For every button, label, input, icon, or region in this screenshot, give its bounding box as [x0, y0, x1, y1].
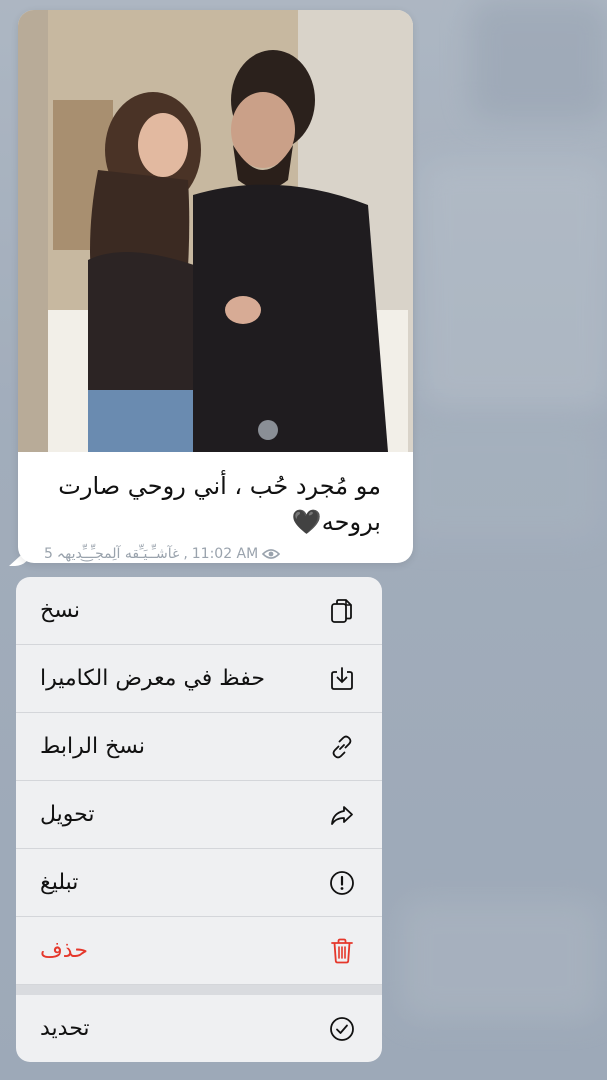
- menu-item-label: تحديد: [40, 1016, 90, 1041]
- message-meta: 5 غآشـِّـيَـِّقه آلِمجـِّـ͜ـِّديهہ, 11:0…: [44, 546, 404, 562]
- link-icon: [328, 733, 356, 761]
- message-caption: مو مُجرد حُب ، أني روحي صارت بروحه🖤: [58, 472, 381, 536]
- trash-icon: [328, 937, 356, 965]
- checkmark-circle-icon: [328, 1015, 356, 1043]
- view-count: 5: [44, 546, 53, 562]
- menu-item-copy-link[interactable]: نسخ الرابط: [16, 713, 382, 781]
- save-download-icon: [328, 665, 356, 693]
- copy-icon: [328, 597, 356, 625]
- message-author: غآشـِّـيَـِّقه آلِمجـِّـ͜ـِّديهہ: [56, 546, 180, 562]
- report-icon: [328, 869, 356, 897]
- message-photo[interactable]: [18, 10, 413, 452]
- menu-item-select[interactable]: تحديد: [16, 995, 382, 1062]
- message-bubble[interactable]: مو مُجرد حُب ، أني روحي صارت بروحه🖤 5 غآ…: [18, 10, 413, 563]
- menu-item-label: تبليغ: [40, 870, 79, 895]
- menu-item-copy[interactable]: نسخ: [16, 577, 382, 645]
- menu-item-label: حذف: [40, 938, 88, 963]
- menu-item-label: حفظ في معرض الكاميرا: [40, 666, 265, 691]
- context-menu: نسخ حفظ في معرض الكاميرا نسخ الرابط تحوي…: [16, 577, 382, 1062]
- message-time: 11:02 AM: [191, 546, 259, 562]
- menu-separator: [16, 985, 382, 995]
- menu-item-save-to-camera-roll[interactable]: حفظ في معرض الكاميرا: [16, 645, 382, 713]
- menu-item-forward[interactable]: تحويل: [16, 781, 382, 849]
- menu-item-delete[interactable]: حذف: [16, 917, 382, 985]
- eye-icon: [262, 549, 281, 559]
- menu-item-label: نسخ الرابط: [40, 734, 146, 759]
- menu-item-report[interactable]: تبليغ: [16, 849, 382, 917]
- menu-item-label: تحويل: [40, 802, 95, 827]
- menu-item-label: نسخ: [40, 598, 80, 623]
- photo-illustration: [18, 10, 413, 452]
- forward-icon: [328, 801, 356, 829]
